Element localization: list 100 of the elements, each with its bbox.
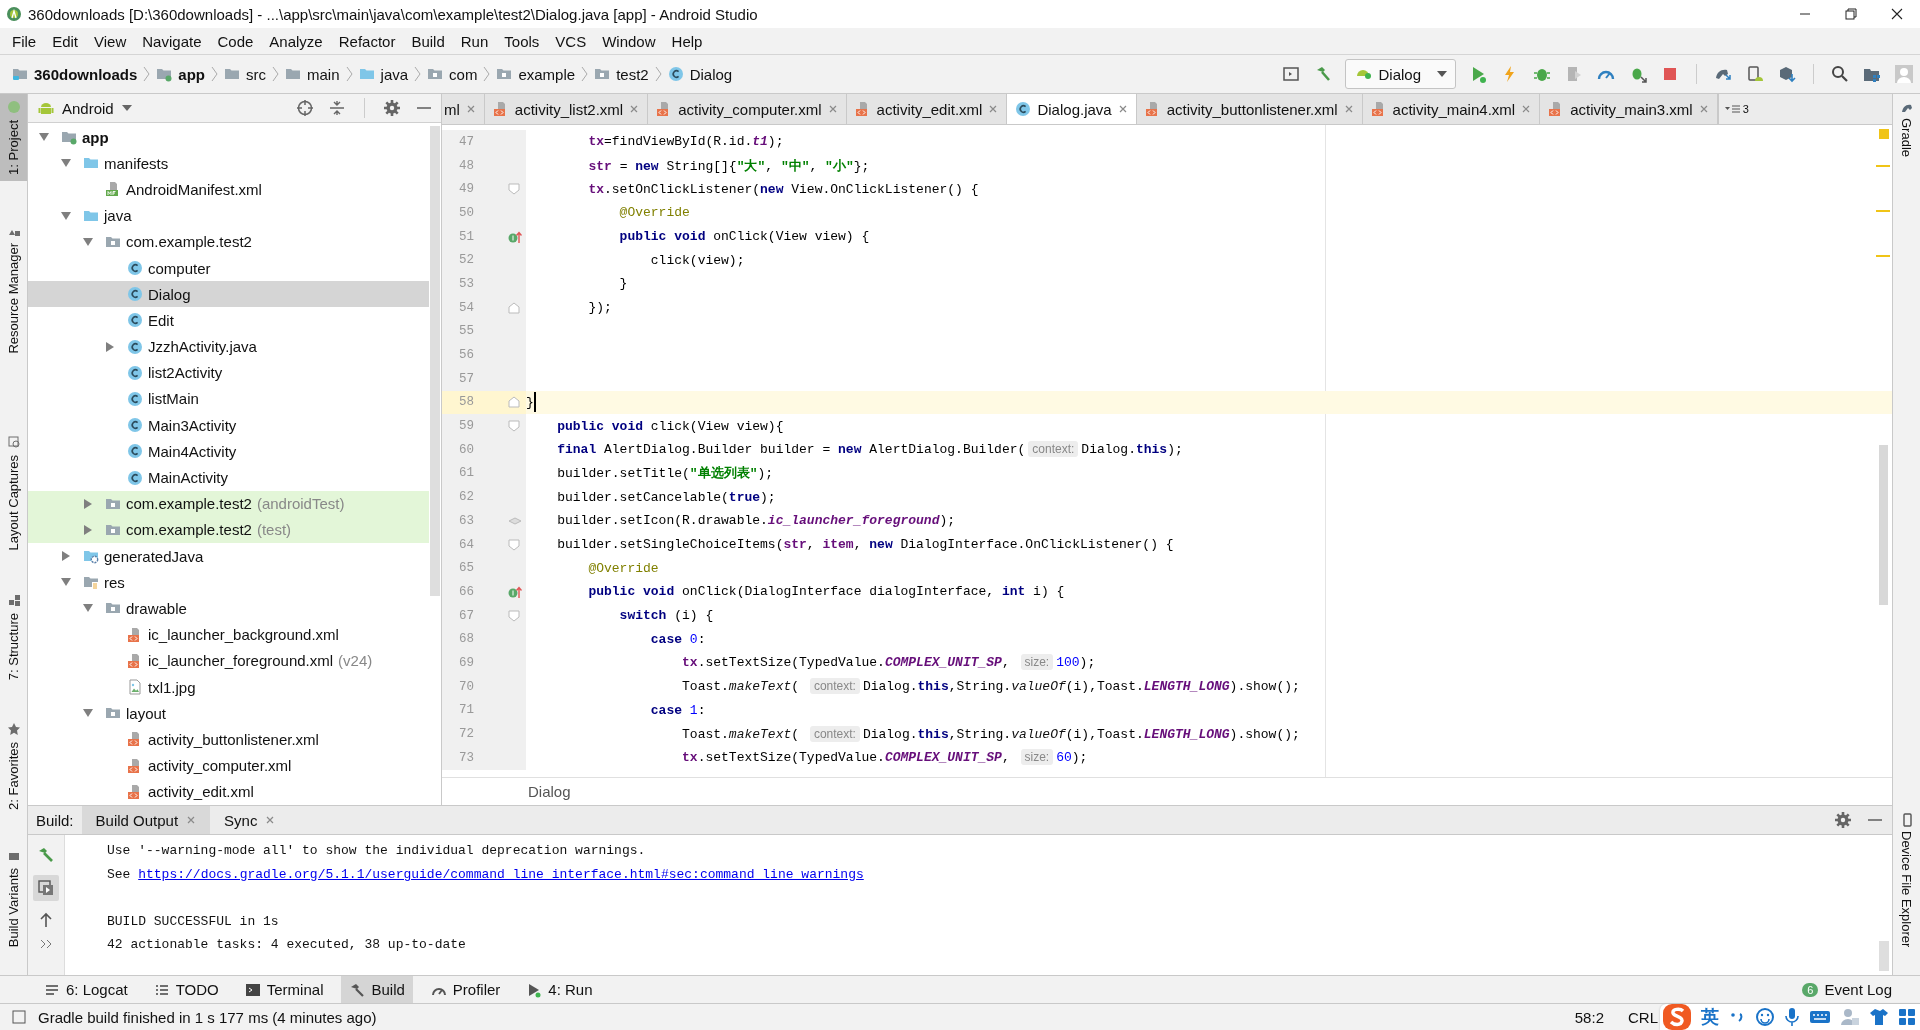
package-download-icon[interactable] [1777,64,1797,84]
tool-window-icon[interactable] [6,722,21,737]
menu-item[interactable]: Analyze [261,32,331,50]
fold-marker-icon[interactable] [508,538,522,551]
tree-item[interactable]: activity_buttonlistener.xml [28,726,429,753]
run-configuration-dropdown[interactable]: Dialog [1345,59,1456,89]
view-selector-dropdown[interactable]: Android [38,99,132,117]
editor-tab[interactable]: activity_edit.xml [846,94,1008,124]
close-icon[interactable] [827,104,838,114]
smiley-icon[interactable] [1755,1007,1775,1027]
tree-item[interactable]: list2Activity [28,359,429,386]
line-separator[interactable]: CRL [1628,1008,1658,1026]
editor-tab[interactable]: activity_buttonlistener.xml [1136,94,1363,124]
tree-item[interactable]: activity_computer.xml [28,752,429,779]
tool-window-button[interactable]: Terminal [236,976,332,1003]
panel-tab[interactable]: Build Output [81,806,211,834]
editor-tab[interactable]: activity_computer.xml [648,94,847,124]
tree-item[interactable]: Main4Activity [28,438,429,465]
more-icon[interactable] [39,939,53,949]
tree-item[interactable]: ic_launcher_foreground.xml (v24) [28,647,429,674]
tree-item[interactable]: AndroidManifest.xml [28,176,429,203]
tool-window-icon[interactable] [6,435,21,450]
breadcrumb-item[interactable]: com [449,65,478,83]
fold-marker-icon[interactable] [508,396,522,409]
breadcrumb-item[interactable]: example [518,65,576,83]
close-icon[interactable] [1521,104,1532,114]
menu-item[interactable]: Code [209,32,262,50]
tree-item[interactable]: listMain [28,385,429,413]
tab-overflow-button[interactable]: 3 [1717,94,1755,124]
disclosure-arrow-icon[interactable] [60,550,72,563]
collapse-all-icon[interactable] [328,99,346,117]
locate-icon[interactable] [296,99,314,117]
close-icon[interactable] [1698,104,1709,114]
keyboard-icon[interactable] [1809,1009,1831,1025]
tree-item[interactable]: com.example.test2 (androidTest) [28,490,429,517]
tree-item[interactable]: app [28,124,429,151]
tool-window-icon[interactable] [244,981,261,998]
tool-window-button[interactable]: Build [341,976,413,1003]
close-icon[interactable] [1343,104,1354,114]
tree-item[interactable]: java [28,202,429,229]
tool-window-button[interactable]: Resource Manager [0,216,27,360]
menu-item[interactable]: Edit [44,32,87,50]
panel-tab[interactable]: Sync [210,806,290,834]
close-icon[interactable] [265,815,276,825]
menu-item[interactable]: Tools [496,32,548,50]
layout-icon[interactable] [1281,64,1302,84]
tool-window-button[interactable]: 4: Run [518,976,601,1003]
scrollbar[interactable] [430,126,440,596]
tool-window-button[interactable]: Layout Captures [0,429,27,557]
tool-window-button[interactable]: 1: Project [0,94,27,181]
menu-item[interactable]: View [86,32,135,50]
breadcrumb-item[interactable]: Dialog [528,783,571,800]
tree-item[interactable]: Main3Activity [28,412,429,439]
breadcrumb-item[interactable]: 360downloads [34,65,138,83]
disclosure-arrow-icon[interactable] [82,523,94,536]
tool-window-button[interactable]: TODO [145,976,227,1003]
implemented-method-icon[interactable] [508,585,522,598]
tree-item[interactable]: Edit [28,307,429,334]
person-icon[interactable] [1840,1007,1860,1027]
tool-window-button[interactable]: Gradle [1899,94,1914,164]
fold-marker-icon[interactable] [508,301,522,314]
menu-item[interactable]: Window [594,32,664,50]
breadcrumb-item[interactable]: Dialog [689,65,733,83]
menu-item[interactable]: Run [452,32,497,50]
settings-icon[interactable] [1834,811,1852,829]
device-manager-icon[interactable] [1745,64,1765,84]
menu-item[interactable]: Build [403,32,453,50]
tree-item[interactable]: res [28,569,429,596]
tool-window-button[interactable]: 2: Favorites [0,716,27,816]
menu-item[interactable]: File [4,32,45,50]
tree-item[interactable]: txl1.jpg [28,673,429,701]
disclosure-arrow-icon[interactable] [82,497,94,510]
editor-tab[interactable]: Dialog.java [1007,94,1137,124]
toggle-view-button[interactable] [33,875,59,901]
close-icon[interactable] [988,104,999,114]
fold-marker-icon[interactable] [508,183,522,196]
grid-icon[interactable] [1898,1008,1916,1026]
tree-item[interactable]: layout [28,700,429,727]
menu-item[interactable]: Help [663,32,711,50]
editor-tab[interactable]: activity_main3.xml [1540,94,1718,124]
tool-window-button[interactable]: Device File Explorer [1899,806,1914,953]
scrollbar[interactable] [1879,941,1889,971]
tree-item[interactable]: com.example.test2 [28,228,429,255]
tree-item[interactable]: drawable [28,595,429,622]
editor-tab[interactable]: ml [442,94,485,124]
close-icon[interactable] [465,104,476,114]
close-icon[interactable] [1117,104,1128,114]
settings-icon[interactable] [383,99,401,117]
tree-item[interactable]: MainActivity [28,464,429,491]
tool-window-button[interactable]: 6: Logcat [36,976,136,1003]
tool-window-button[interactable]: 7: Structure [0,586,27,687]
tree-item[interactable]: manifests [28,150,429,177]
tree-item[interactable]: com.example.test2 (test) [28,516,429,543]
implemented-method-icon[interactable] [508,230,522,243]
menu-item[interactable]: VCS [547,32,595,50]
search-icon[interactable] [1830,64,1850,84]
tree-item[interactable]: ic_launcher_background.xml [28,621,429,648]
disclosure-arrow-icon[interactable] [104,340,116,353]
logo-icon[interactable] [1662,1003,1692,1030]
tree-item[interactable]: Dialog [28,281,429,308]
